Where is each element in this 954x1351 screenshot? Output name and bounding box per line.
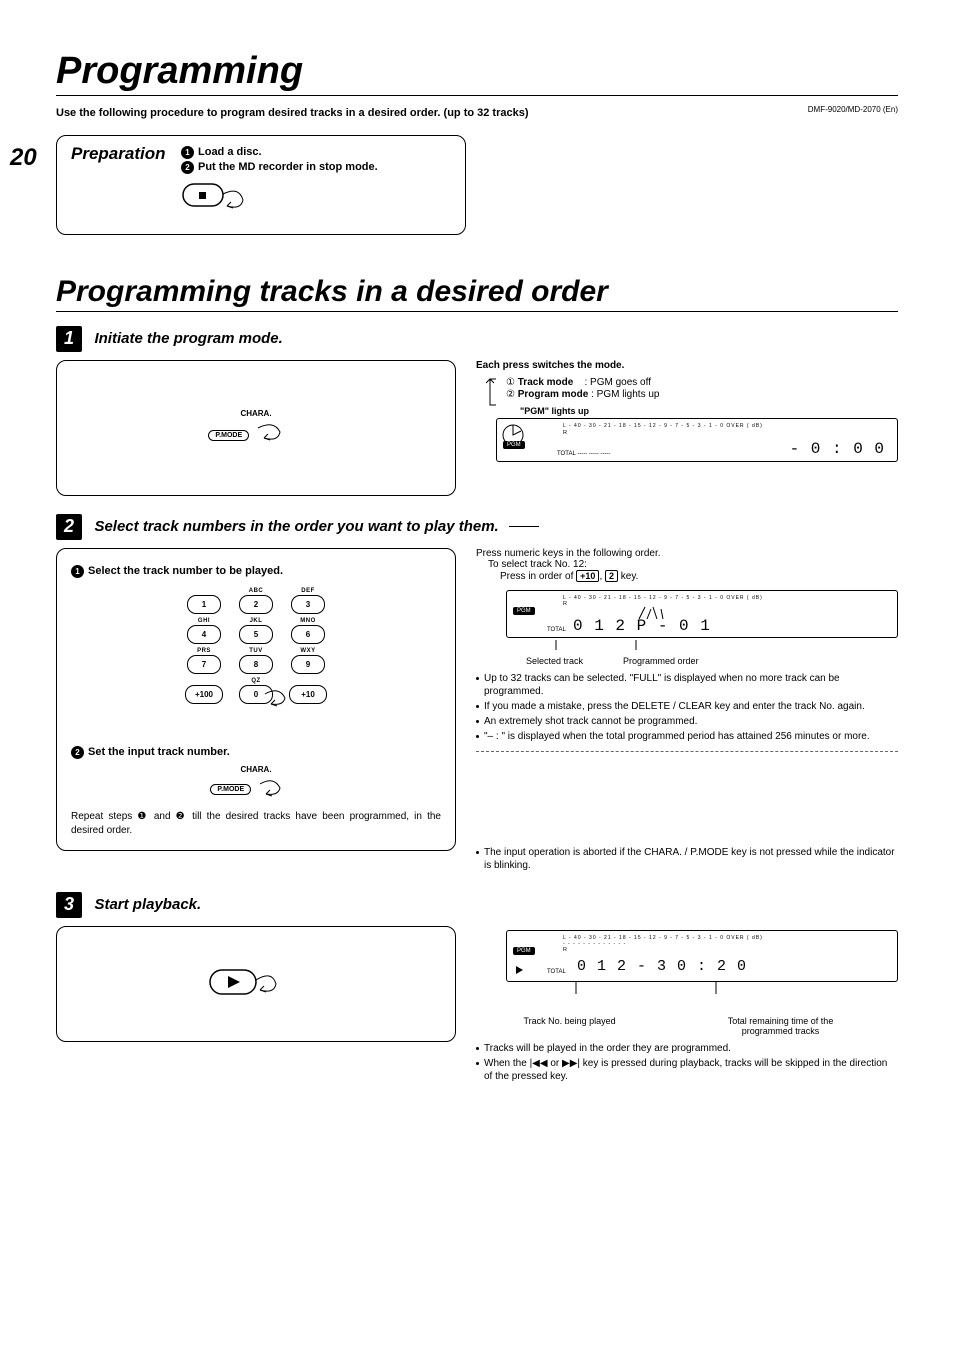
step2-note-2: The input operation is aborted if the CH…	[476, 846, 898, 872]
key-8[interactable]: 8	[239, 655, 273, 674]
key-5[interactable]: 5	[239, 625, 273, 644]
total-label: TOTAL	[547, 969, 566, 975]
dashed-rule	[476, 751, 898, 752]
prep-step-1: 1Load a disc.	[181, 146, 451, 159]
step2-left-box: 1 Select the track number to be played. 1…	[56, 548, 456, 851]
mode-heading: Each press switches the mode.	[476, 360, 898, 371]
section-title: Programming tracks in a desired order	[56, 275, 898, 309]
r-line3: Press in order of +10, 2 key.	[500, 570, 898, 582]
pmode-button-2: P.MODE	[210, 784, 251, 795]
sub1-label: Select the track number to be played.	[88, 565, 283, 577]
step3-notes: Tracks will be played in the order they …	[476, 1042, 898, 1083]
numeric-keypad: 1 ABC2 DEF3 GHI4 JKL5 MNO6 PRS7 TUV8 WXY…	[71, 588, 441, 704]
step1-left-diagram: CHARA. P.MODE	[56, 360, 456, 496]
callout-selected: Selected track	[526, 656, 583, 666]
callout-order: Programmed order	[623, 656, 699, 666]
rule	[56, 95, 898, 96]
chara-label: CHARA.	[208, 409, 303, 418]
key-4[interactable]: 4	[187, 625, 221, 644]
key-1[interactable]: 1	[187, 595, 221, 614]
step-2-title: Select track numbers in the order you wa…	[94, 518, 498, 535]
key-7[interactable]: 7	[187, 655, 221, 674]
step2-notes: Up to 32 tracks can be selected. "FULL" …	[476, 672, 898, 743]
key-6[interactable]: 6	[291, 625, 325, 644]
blink-icon	[637, 605, 665, 621]
total-label: TOTAL ----- ----- -----	[557, 451, 611, 457]
bracket-icon	[486, 377, 500, 407]
preparation-box: Preparation 1Load a disc. 2Put the MD re…	[56, 135, 466, 235]
pgm-badge: PGM	[513, 947, 535, 955]
pmode-button: P.MODE	[208, 430, 249, 441]
pgm-lights-label: "PGM" lights up	[520, 406, 898, 416]
chara-label-2: CHARA.	[71, 765, 441, 774]
play-diagram	[56, 926, 456, 1042]
program-mode-label: Program mode	[518, 389, 589, 400]
sub2-label: Set the input track number.	[88, 746, 230, 758]
prep-step-2: 2Put the MD recorder in stop mode.	[181, 161, 451, 174]
press-arrow-icon	[254, 418, 304, 446]
r-line2: To select track No. 12:	[488, 559, 898, 570]
note-full: Up to 32 tracks can be selected. "FULL" …	[476, 672, 898, 698]
key-0[interactable]: 0	[239, 685, 273, 704]
prep-step-1-label: Load a disc.	[198, 146, 262, 158]
step-badge-2: 2	[56, 514, 82, 540]
step-1-title: Initiate the program mode.	[94, 330, 282, 347]
note-skip: When the |◀◀ or ▶▶| key is pressed durin…	[476, 1057, 898, 1083]
note-short: An extremely shot track cannot be progra…	[476, 715, 898, 728]
display-panel-2: PGM L - 40 - 30 - 21 - 18 - 15 - 12 - 9 …	[506, 590, 898, 638]
pgm-badge: PGM	[513, 607, 535, 615]
note-abort: The input operation is aborted if the CH…	[476, 846, 898, 872]
mode-list: ① Track mode : PGM goes off ② Program mo…	[506, 377, 898, 400]
key-plus10[interactable]: +10	[289, 685, 327, 704]
callout-lines	[506, 640, 656, 654]
program-mode-desc: : PGM lights up	[591, 389, 659, 400]
intro-text: Use the following procedure to program d…	[56, 106, 898, 121]
r-line1: Press numeric keys in the following orde…	[476, 548, 898, 559]
step-badge-3: 3	[56, 892, 82, 918]
pgm-badge: PGM	[503, 441, 525, 449]
track-mode-label: Track mode	[518, 377, 574, 388]
stop-button-diagram	[181, 180, 451, 220]
page-number: 20	[10, 144, 37, 172]
key-3[interactable]: 3	[291, 595, 325, 614]
callout-track-no: Track No. being played	[523, 1016, 615, 1036]
db-scale: L - 40 - 30 - 21 - 18 - 15 - 12 - 9 - 7 …	[563, 423, 889, 429]
total-label: TOTAL	[547, 627, 566, 633]
key-2[interactable]: 2	[239, 595, 273, 614]
play-icon	[515, 965, 525, 975]
key-9[interactable]: 9	[291, 655, 325, 674]
display-panel-1: PGM L - 40 - 30 - 21 - 18 - 15 - 12 - 9 …	[496, 418, 898, 462]
rule-2	[56, 311, 898, 312]
display-value-3: 0 1 2 - 3 0 : 2 0	[577, 958, 747, 975]
note-delete: If you made a mistake, press the DELETE …	[476, 700, 898, 713]
callout-lines-3	[536, 982, 836, 998]
key-plus100[interactable]: +100	[185, 685, 223, 704]
callout-remaining: Total remaining time of the programmed t…	[711, 1016, 851, 1036]
doc-code: DMF-9020/MD-2070 (En)	[808, 105, 898, 114]
display-time: - 0 : 0 0	[790, 440, 885, 458]
prep-step-2-label: Put the MD recorder in stop mode.	[198, 161, 378, 173]
track-mode-desc: : PGM goes off	[584, 377, 651, 388]
press-arrow-icon	[256, 774, 302, 800]
page-title: Programming	[56, 50, 898, 93]
note-256: "– : " is displayed when the total progr…	[476, 730, 898, 743]
display-panel-3: PGM L - 40 - 30 - 21 - 18 - 15 - 12 - 9 …	[506, 930, 898, 982]
note-order: Tracks will be played in the order they …	[476, 1042, 898, 1055]
step-3-title: Start playback.	[94, 896, 201, 913]
step-badge-1: 1	[56, 326, 82, 352]
repeat-note: Repeat steps ❶ and ❷ till the desired tr…	[71, 810, 441, 838]
